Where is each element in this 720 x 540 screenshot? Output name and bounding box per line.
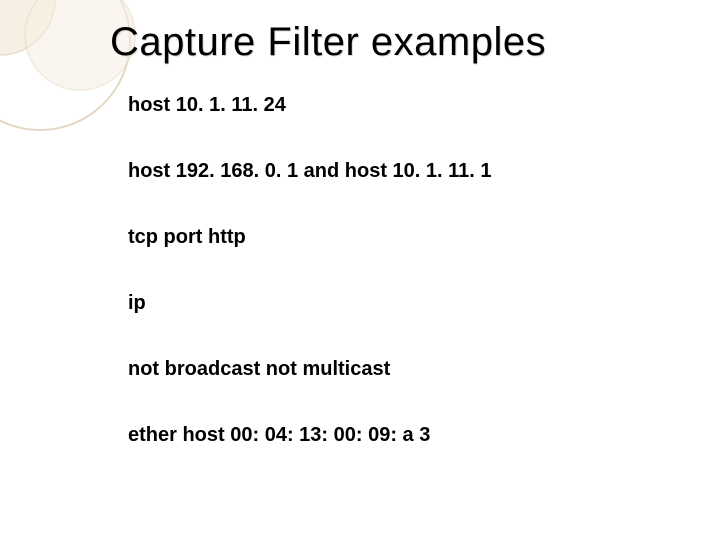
filter-example: not broadcast not multicast xyxy=(128,357,680,381)
filter-example: ether host 00: 04: 13: 00: 09: a 3 xyxy=(128,423,680,447)
filter-example: host 10. 1. 11. 24 xyxy=(128,93,680,117)
slide-title: Capture Filter examples xyxy=(110,20,680,65)
filter-example: tcp port http xyxy=(128,225,680,249)
slide-content: Capture Filter examples host 10. 1. 11. … xyxy=(110,20,680,489)
filter-example: ip xyxy=(128,291,680,315)
filter-example: host 192. 168. 0. 1 and host 10. 1. 11. … xyxy=(128,159,680,183)
